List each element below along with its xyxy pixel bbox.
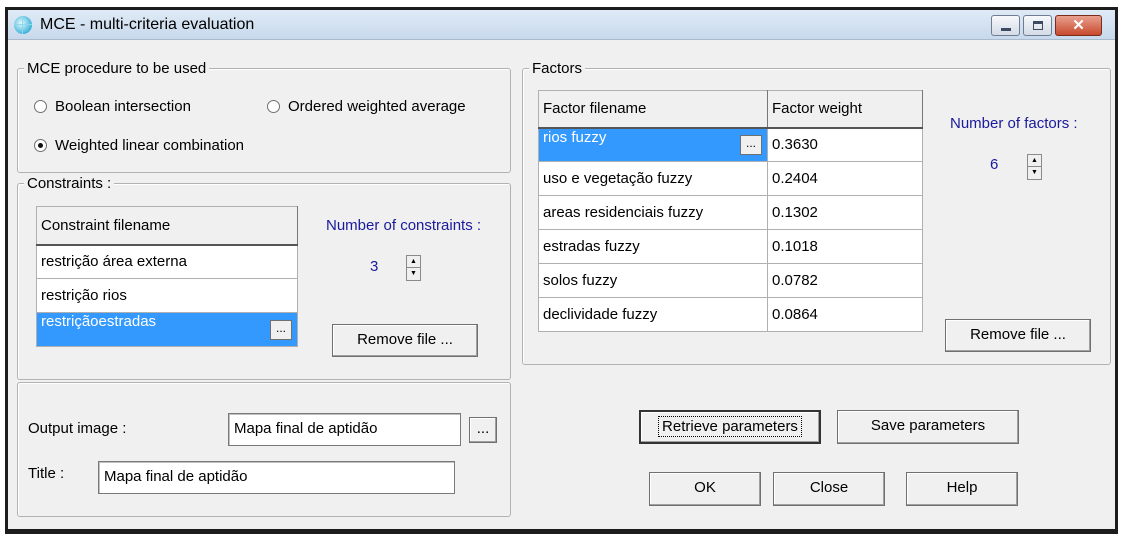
help-button[interactable]: Help — [906, 472, 1018, 506]
number-of-factors-label: Number of factors : — [950, 115, 1078, 132]
factors-table: Factor filename Factor weight rios fuzzy… — [538, 90, 923, 332]
factors-group: Factors Factor filename Factor weight ri… — [522, 60, 1111, 365]
globe-icon — [14, 16, 32, 34]
title-field[interactable]: Mapa final de aptidão — [98, 461, 455, 494]
procedure-group: MCE procedure to be used Boolean interse… — [17, 60, 511, 173]
window-close-button[interactable]: ✕ — [1055, 15, 1102, 36]
factor-weight-header: Factor weight — [767, 90, 923, 129]
constraints-table: Constraint filename restrição área exter… — [36, 206, 298, 347]
factor-weight-cell[interactable]: 0.1018 — [767, 229, 923, 264]
factor-name-cell[interactable]: declividade fuzzy — [538, 297, 768, 332]
browse-output-button[interactable]: ... — [469, 417, 497, 443]
mce-dialog: MCE - multi-criteria evaluation ✕ MCE pr… — [5, 7, 1118, 534]
retrieve-parameters-button[interactable]: Retrieve parameters — [639, 410, 821, 444]
spin-down-icon[interactable]: ▼ — [407, 268, 420, 280]
constraint-cell[interactable]: restrição área externa — [36, 244, 298, 279]
table-row-selected[interactable]: restriçãoestradas ... — [36, 312, 298, 347]
minimize-button[interactable] — [991, 15, 1020, 36]
constraint-cell[interactable]: restrição rios — [36, 278, 298, 313]
constraint-cell-text: restriçãoestradas — [41, 313, 157, 330]
factors-legend: Factors — [529, 60, 586, 77]
spin-up-icon[interactable]: ▲ — [407, 256, 420, 268]
factor-name-cell[interactable]: areas residenciais fuzzy — [538, 195, 768, 230]
table-row[interactable]: restrição área externa — [36, 244, 298, 279]
title-label: Title : — [28, 465, 65, 482]
factor-name-text: rios fuzzy — [543, 128, 607, 146]
table-row[interactable]: declividade fuzzy 0.0864 — [538, 297, 923, 332]
window-title: MCE - multi-criteria evaluation — [40, 16, 255, 33]
radio-boolean-intersection[interactable]: Boolean intersection — [34, 98, 191, 115]
maximize-icon — [1033, 21, 1043, 30]
constraint-cell-selected[interactable]: restriçãoestradas ... — [36, 312, 298, 347]
radio-label: Ordered weighted average — [288, 98, 466, 115]
title-bar: MCE - multi-criteria evaluation ✕ — [8, 10, 1115, 40]
radio-weighted-linear-combination[interactable]: Weighted linear combination — [34, 137, 244, 154]
constraints-count: 3 — [370, 258, 379, 275]
output-group: Output image : Mapa final de aptidão ...… — [17, 382, 511, 517]
radio-ordered-weighted-average[interactable]: Ordered weighted average — [267, 98, 466, 115]
close-button[interactable]: Close — [773, 472, 885, 506]
radio-indicator[interactable] — [34, 100, 47, 113]
table-row[interactable]: areas residenciais fuzzy 0.1302 — [538, 195, 923, 230]
radio-label: Boolean intersection — [55, 98, 191, 115]
factor-weight-cell[interactable]: 0.2404 — [767, 161, 923, 196]
table-row[interactable]: uso e vegetação fuzzy 0.2404 — [538, 161, 923, 196]
spin-up-icon[interactable]: ▲ — [1028, 155, 1041, 167]
factor-weight-cell[interactable]: 0.0864 — [767, 297, 923, 332]
table-row[interactable]: estradas fuzzy 0.1018 — [538, 229, 923, 264]
remove-factor-button[interactable]: Remove file ... — [945, 319, 1091, 352]
close-label: Close — [809, 479, 849, 496]
browse-constraint-button[interactable]: ... — [270, 319, 292, 340]
factor-name-cell[interactable]: estradas fuzzy — [538, 229, 768, 264]
number-of-constraints-label: Number of constraints : — [326, 217, 482, 234]
factor-name-cell[interactable]: solos fuzzy — [538, 263, 768, 298]
table-row-selected[interactable]: rios fuzzy ... 0.3630 — [538, 127, 923, 162]
help-label: Help — [946, 479, 978, 496]
factor-name-cell[interactable]: uso e vegetação fuzzy — [538, 161, 768, 196]
output-image-field[interactable]: Mapa final de aptidão — [228, 413, 461, 446]
ok-button[interactable]: OK — [649, 472, 761, 506]
factor-weight-cell[interactable]: 0.3630 — [767, 127, 923, 162]
factor-name-cell-selected[interactable]: rios fuzzy ... — [538, 127, 768, 162]
radio-indicator[interactable] — [267, 100, 280, 113]
factors-count-spinner[interactable]: ▲ ▼ — [1027, 154, 1042, 180]
factors-count: 6 — [990, 156, 999, 173]
spin-down-icon[interactable]: ▼ — [1028, 167, 1041, 179]
ellipsis-label: ... — [476, 420, 490, 437]
maximize-button[interactable] — [1023, 15, 1052, 36]
close-icon: ✕ — [1072, 17, 1085, 34]
table-row[interactable]: restrição rios — [36, 278, 298, 313]
factor-filename-header: Factor filename — [538, 90, 768, 129]
save-parameters-button[interactable]: Save parameters — [837, 410, 1019, 444]
remove-factor-label: Remove file ... — [970, 326, 1066, 343]
procedure-legend: MCE procedure to be used — [24, 60, 210, 77]
constraints-group: Constraints : Constraint filename restri… — [17, 175, 511, 380]
ok-label: OK — [694, 479, 716, 496]
radio-indicator[interactable] — [34, 139, 47, 152]
table-row[interactable]: solos fuzzy 0.0782 — [538, 263, 923, 298]
browse-factor-button[interactable]: ... — [740, 134, 762, 155]
factor-weight-cell[interactable]: 0.1302 — [767, 195, 923, 230]
constraints-count-spinner[interactable]: ▲ ▼ — [406, 255, 421, 281]
constraint-filename-header: Constraint filename — [36, 206, 298, 246]
remove-constraint-label: Remove file ... — [357, 331, 453, 348]
remove-constraint-button[interactable]: Remove file ... — [332, 324, 478, 357]
radio-label: Weighted linear combination — [55, 137, 245, 154]
save-parameters-label: Save parameters — [870, 417, 986, 434]
minimize-icon — [1001, 28, 1011, 31]
retrieve-parameters-label: Retrieve parameters — [658, 416, 802, 437]
output-image-label: Output image : — [28, 420, 127, 437]
constraints-legend: Constraints : — [24, 175, 115, 192]
factor-weight-cell[interactable]: 0.0782 — [767, 263, 923, 298]
